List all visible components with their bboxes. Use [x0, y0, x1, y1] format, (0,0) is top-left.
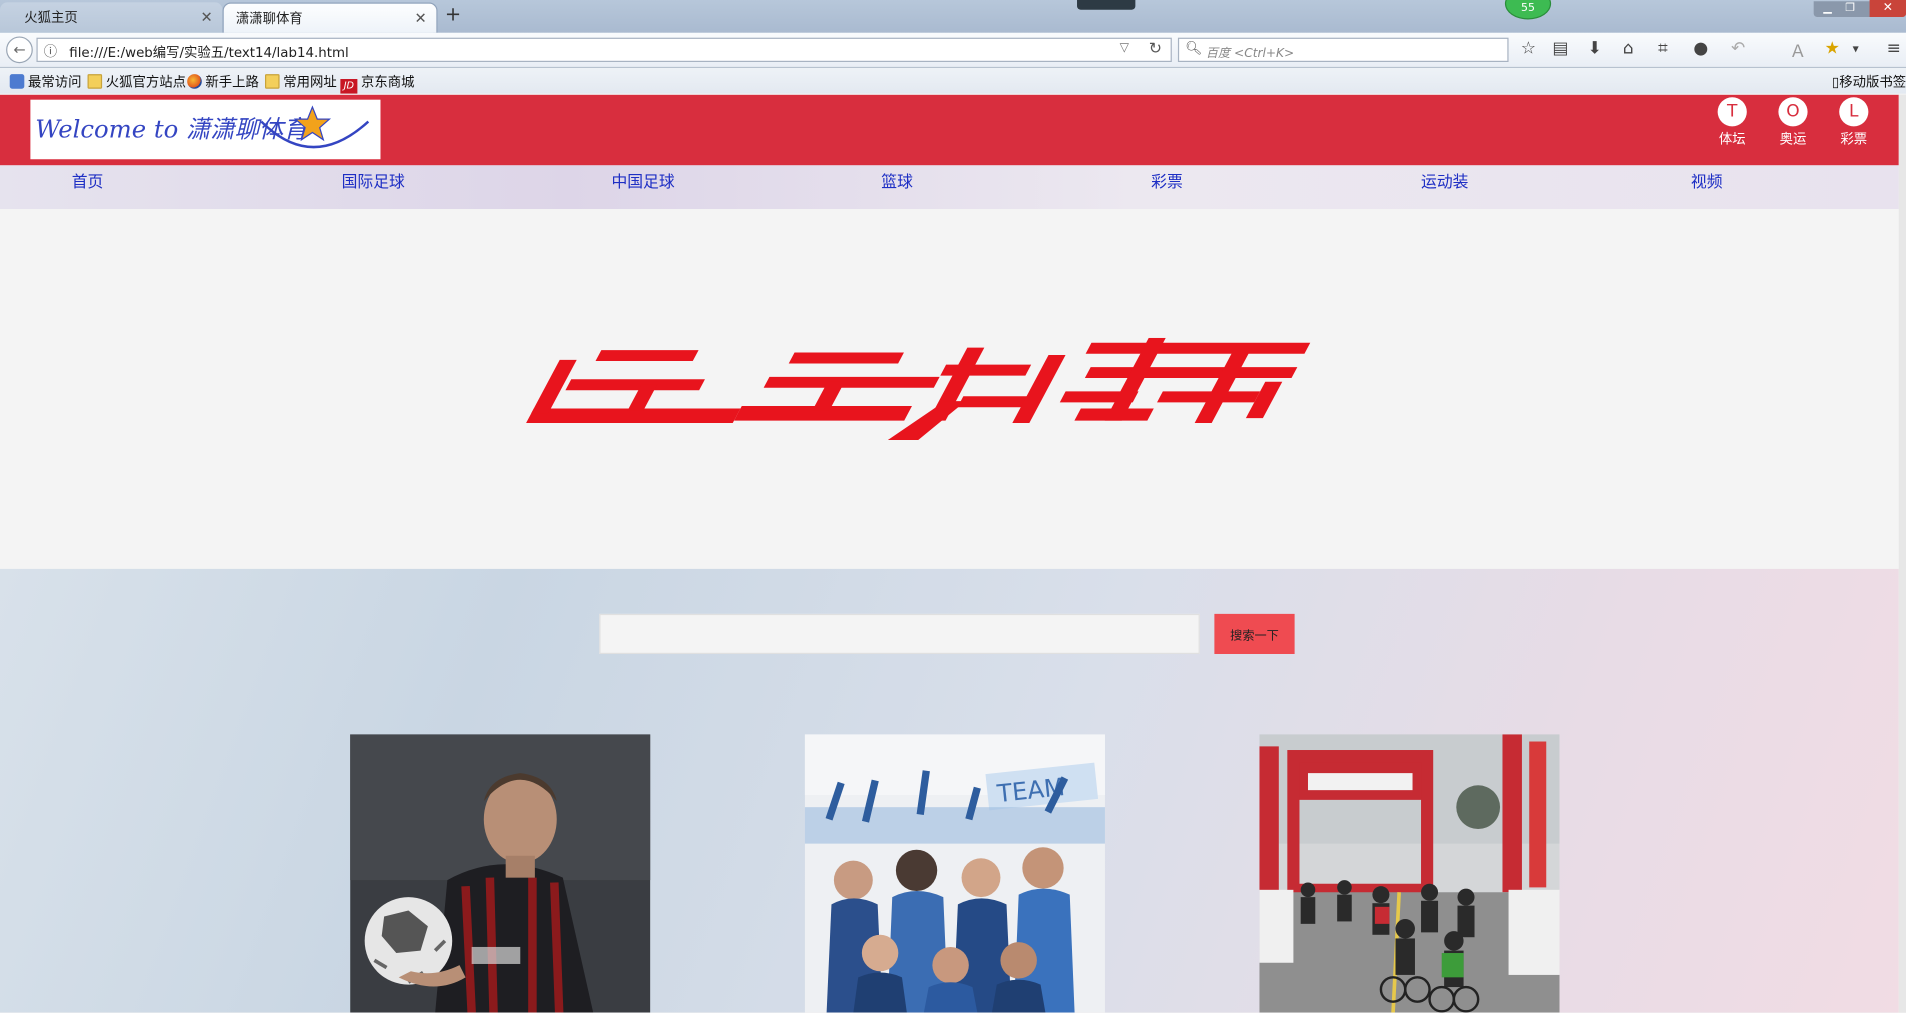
menu-item-video[interactable]: 视频 [1691, 169, 1723, 192]
maximize-icon[interactable]: ❐ [1845, 2, 1855, 14]
quick-link-circle: O [1778, 97, 1808, 127]
bookmark-label: 火狐官方站点 [105, 74, 186, 90]
search-button[interactable]: 搜索一下 [1214, 613, 1295, 654]
photo-fans[interactable]: TEAM [804, 734, 1105, 1013]
quick-link-olympics[interactable]: O 奥运 [1769, 97, 1818, 148]
quick-link-lottery[interactable]: L 彩票 [1829, 97, 1878, 148]
main-menu: 首页 国际足球 中国足球 篮球 彩票 运动装 视频 [0, 165, 1899, 210]
tab-current[interactable]: 潇潇聊体育 ✕ [222, 2, 438, 33]
chat-icon[interactable]: ● [1693, 39, 1708, 58]
menu-item-lottery[interactable]: 彩票 [1151, 169, 1183, 192]
visit-icon [9, 74, 25, 89]
folder-icon [87, 74, 103, 89]
quick-link-label: 奥运 [1779, 131, 1807, 148]
tab-label: 潇潇聊体育 [235, 10, 303, 27]
menu-item-basketball[interactable]: 篮球 [881, 169, 913, 192]
search-icon: 🔍︎ [1185, 40, 1203, 56]
bookmark-most-visited[interactable]: 最常访问 [9, 72, 82, 91]
hero-banner [0, 209, 1899, 569]
quick-link-circle: L [1839, 97, 1869, 127]
reload-icon[interactable]: ↻ [1149, 40, 1162, 58]
quick-link-circle: T [1717, 97, 1747, 127]
system-widget [1077, 0, 1136, 10]
url-text: file:///E:/web编写/实验五/text14/lab14.html [69, 44, 349, 61]
quick-link-sports[interactable]: T 体坛 [1708, 97, 1757, 148]
bookmark-common-sites[interactable]: 常用网址 [265, 72, 337, 91]
footballer-photo [350, 734, 651, 1013]
cycling-race-photo [1259, 734, 1560, 1013]
cheering-fans-photo: TEAM [804, 734, 1105, 1013]
extension-dropdown-icon[interactable]: ▾ [1853, 43, 1859, 56]
bookmark-getting-started[interactable]: 新手上路 [187, 72, 259, 91]
bookmarks-toolbar: 最常访问 火狐官方站点 新手上路 常用网址 JD 京东商城 ▯移动版书签 [0, 68, 1906, 94]
search-bar[interactable]: 🔍︎ 百度 <Ctrl+K> [1177, 37, 1509, 62]
url-history-dropdown-icon[interactable]: ▽ [1120, 41, 1129, 54]
back-arrow-icon[interactable]: ← [6, 36, 33, 64]
site-logo[interactable]: Welcome to 潇潇聊体育 [30, 99, 381, 160]
home-icon[interactable]: ⌂ [1623, 39, 1634, 58]
menu-hamburger-icon[interactable]: ≡ [1887, 39, 1901, 58]
menu-item-intl-football[interactable]: 国际足球 [342, 169, 405, 192]
menu-item-home[interactable]: 首页 [72, 169, 104, 192]
navigation-toolbar: ← ⓘ file:///E:/web编写/实验五/text14/lab14.ht… [0, 32, 1906, 69]
bookmark-label: 常用网址 [283, 74, 337, 90]
bookmark-label: 京东商城 [361, 74, 415, 90]
photo-footballer[interactable] [350, 734, 651, 1013]
menu-item-sportswear[interactable]: 运动装 [1421, 169, 1468, 192]
tab-strip: 火狐主页 ✕ 潇潇聊体育 ✕ + 55 ▁ ❐ ✕ [0, 0, 1906, 33]
bookmark-jd[interactable]: JD 京东商城 [340, 72, 415, 94]
mobile-bookmarks-label: 移动版书签 [1839, 74, 1906, 90]
bookmark-label: 新手上路 [205, 74, 259, 90]
reader-icon[interactable]: Ａ [1789, 39, 1806, 63]
window-close-icon[interactable]: ✕ [1869, 0, 1906, 18]
logo-emblem-icon [260, 105, 370, 149]
reading-list-icon[interactable]: ▤ [1552, 39, 1568, 58]
url-bar[interactable]: ⓘ file:///E:/web编写/实验五/text14/lab14.html… [36, 37, 1172, 62]
bookmark-star-icon[interactable]: ☆ [1521, 39, 1536, 58]
search-input[interactable] [599, 613, 1200, 654]
search-placeholder: 百度 <Ctrl+K> [1205, 47, 1295, 61]
browser-window: 火狐主页 ✕ 潇潇聊体育 ✕ + 55 ▁ ❐ ✕ ← ⓘ file:///E:… [0, 0, 1906, 1013]
extension-star-icon[interactable]: ★ [1825, 39, 1840, 58]
bookmark-firefox-site[interactable]: 火狐官方站点 [87, 72, 186, 91]
bookmark-label: 最常访问 [27, 74, 82, 90]
mobile-bookmarks[interactable]: ▯移动版书签 [1832, 72, 1906, 91]
photo-cycling[interactable] [1259, 734, 1560, 1013]
undo-icon[interactable]: ↶ [1731, 39, 1745, 58]
tab-firefox-home[interactable]: 火狐主页 ✕ [0, 2, 223, 33]
info-icon[interactable]: ⓘ [44, 41, 57, 60]
new-tab-icon[interactable]: + [445, 2, 461, 25]
menu-item-china-football[interactable]: 中国足球 [611, 169, 674, 192]
quick-link-label: 体坛 [1718, 131, 1746, 148]
page-scrollbar[interactable] [1898, 94, 1906, 1013]
minimize-icon[interactable]: ▁ [1823, 2, 1831, 14]
crop-icon[interactable]: ⌗ [1658, 39, 1668, 58]
tab-label: 火狐主页 [24, 9, 78, 26]
tab-close-icon[interactable]: ✕ [414, 10, 426, 27]
banner-logotype-image [526, 337, 1311, 441]
folder-icon [265, 74, 280, 89]
download-icon[interactable]: ⬇ [1588, 39, 1602, 58]
firefox-icon [187, 74, 202, 89]
counter-badge: 55 [1504, 0, 1552, 20]
tab-close-icon[interactable]: ✕ [200, 9, 212, 26]
jd-icon: JD [340, 79, 358, 94]
quick-link-label: 彩票 [1840, 131, 1868, 148]
